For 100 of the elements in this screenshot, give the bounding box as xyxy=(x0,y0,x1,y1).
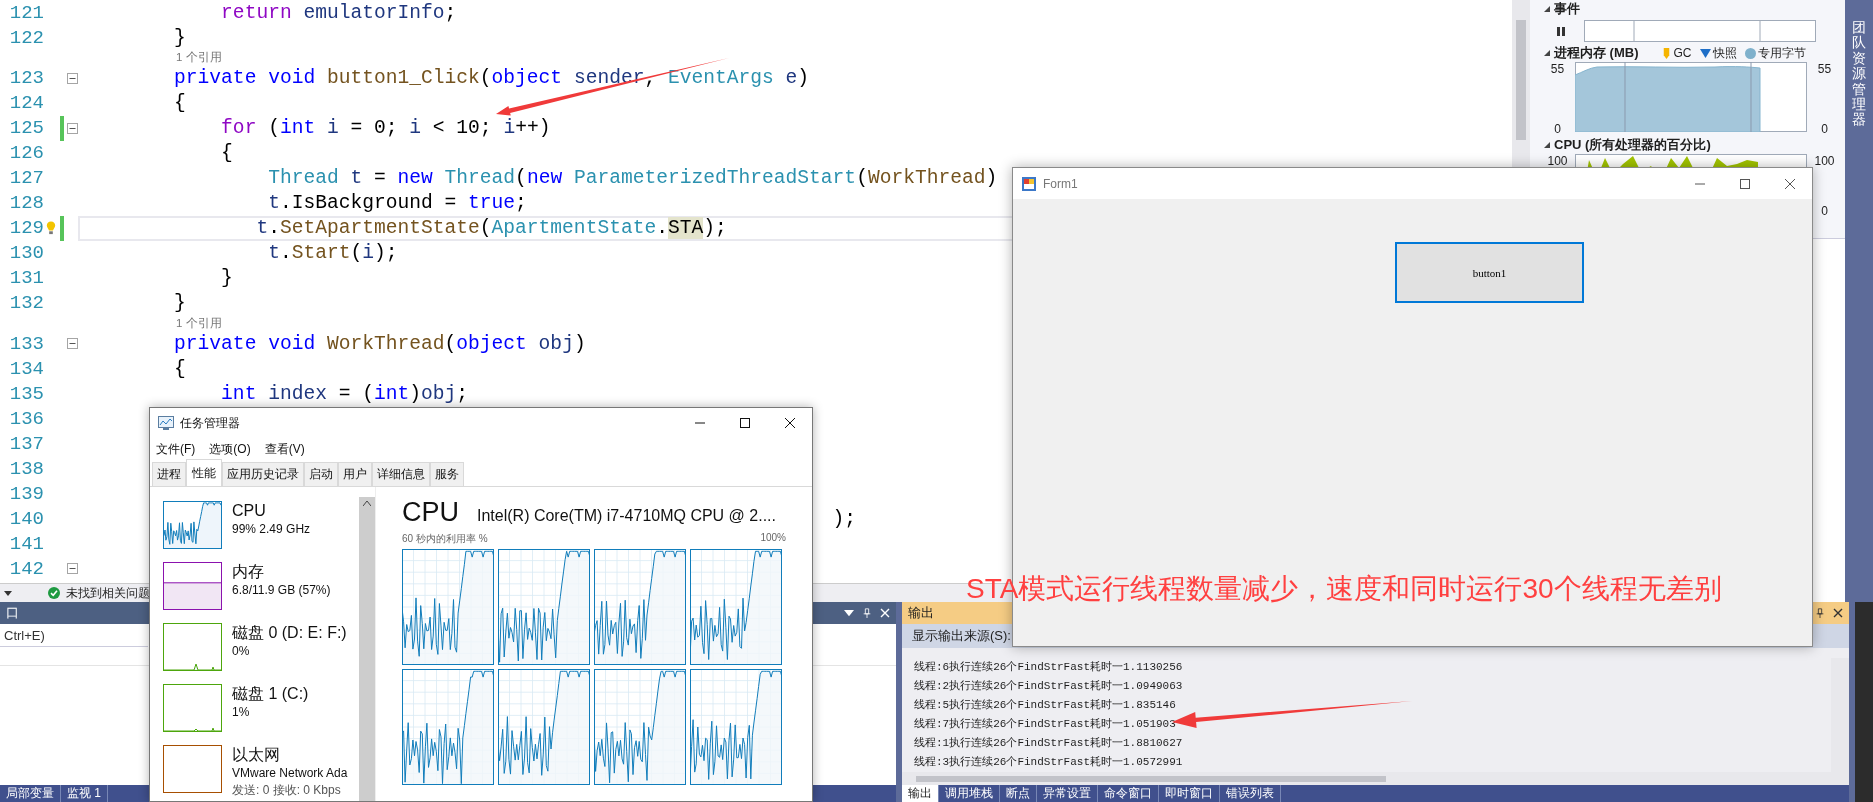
section-title: 进程内存 (MB) xyxy=(1554,44,1639,62)
collapse-icon[interactable] xyxy=(1544,6,1550,12)
dropdown-icon[interactable] xyxy=(4,590,12,596)
panel-tab[interactable]: 即时窗口 xyxy=(1159,785,1220,802)
close-icon[interactable] xyxy=(1784,177,1796,190)
collapse-icon[interactable] xyxy=(66,122,78,134)
graph-caption: 60 秒内的利用率 % xyxy=(402,532,488,546)
section-heading: CPU xyxy=(402,497,459,528)
line-number: 141 xyxy=(8,532,44,555)
scroll-up-icon[interactable] xyxy=(363,501,371,506)
menu-item[interactable]: 选项(O) xyxy=(209,440,251,458)
output-line: 线程:2执行连续26个FindStrFast耗时一1.0949063 xyxy=(914,679,1183,694)
tab[interactable]: 服务 xyxy=(430,462,464,486)
axis-label: 100 xyxy=(1547,154,1568,168)
lightbulb-icon[interactable] xyxy=(46,221,56,235)
graph-max-label: 100% xyxy=(760,532,786,545)
button1-button[interactable]: button1 xyxy=(1395,242,1584,303)
app-icon xyxy=(1022,176,1036,191)
tab[interactable]: 应用历史记录 xyxy=(222,462,304,486)
output-line: 线程:1执行连续26个FindStrFast耗时一1.8810627 xyxy=(914,736,1183,751)
collapse-icon[interactable] xyxy=(1544,142,1550,148)
code-line: t.IsBackground = true; xyxy=(268,192,527,214)
panel-tab[interactable]: 监视 1 xyxy=(61,785,108,802)
close-icon[interactable] xyxy=(784,417,796,429)
panel-tab[interactable]: 命令窗口 xyxy=(1098,785,1159,802)
menu-item[interactable]: 文件(F) xyxy=(156,440,196,458)
usage-thumbnail[interactable] xyxy=(163,684,222,732)
scrollbar[interactable] xyxy=(1831,658,1849,772)
resource-name: 内存 xyxy=(232,562,265,582)
maximize-icon[interactable] xyxy=(1739,177,1751,190)
legend-label: 快照 xyxy=(1712,44,1737,62)
line-number: 140 xyxy=(8,507,44,530)
code-line: return emulatorInfo; xyxy=(221,1,457,24)
side-tab[interactable]: 团队资源管理器 xyxy=(1852,20,1866,602)
line-number: 136 xyxy=(8,407,44,430)
legend-label: GC xyxy=(1673,46,1692,60)
code-line: ); xyxy=(832,507,857,530)
tab[interactable]: 用户 xyxy=(338,462,372,486)
line-number: 127 xyxy=(8,167,44,189)
usage-thumbnail[interactable] xyxy=(163,562,222,610)
resource-detail: 0% xyxy=(232,643,251,660)
line-number: 131 xyxy=(8,267,44,289)
axis-label: 55 xyxy=(1550,62,1565,76)
code-line: { xyxy=(174,92,186,114)
tab[interactable]: 启动 xyxy=(304,462,338,486)
collapse-icon[interactable] xyxy=(66,72,78,84)
resource-detail: VMware Network Ada xyxy=(232,765,348,782)
reference-count[interactable]: 1 个引用 xyxy=(176,315,222,331)
panel-tab[interactable]: 调用堆栈 xyxy=(939,785,1000,802)
dropdown-icon[interactable] xyxy=(844,608,854,618)
code-line: { xyxy=(221,142,233,164)
line-number: 125 xyxy=(8,117,44,139)
line-number: 138 xyxy=(8,457,44,480)
line-number: 132 xyxy=(8,292,44,314)
tab[interactable]: 进程 xyxy=(152,462,186,486)
panel-tab[interactable]: 输出 xyxy=(902,785,939,802)
scrollbar-thumb[interactable] xyxy=(1516,20,1526,140)
axis-label: 100 xyxy=(1814,154,1835,168)
resource-name: 磁盘 1 (C:) xyxy=(232,684,309,704)
maximize-icon[interactable] xyxy=(739,417,751,429)
resource-detail: 发送: 0 接收: 0 Kbps xyxy=(232,782,342,799)
reference-count[interactable]: 1 个引用 xyxy=(176,50,222,66)
usage-thumbnail[interactable] xyxy=(163,501,222,549)
section-title: 事件 xyxy=(1554,0,1580,18)
resource-name: CPU xyxy=(232,501,267,521)
line-number: 128 xyxy=(8,192,44,214)
collapse-icon[interactable] xyxy=(66,563,78,574)
axis-label: 0 xyxy=(1821,122,1828,136)
line-number: 130 xyxy=(8,242,44,264)
check-icon xyxy=(48,587,60,599)
pause-icon[interactable] xyxy=(1557,26,1565,36)
panel-tab[interactable]: 断点 xyxy=(1000,785,1037,802)
close-icon[interactable] xyxy=(1833,608,1843,618)
line-number: 121 xyxy=(8,1,44,24)
collapse-icon[interactable] xyxy=(66,338,78,349)
panel-tab[interactable]: 错误列表 xyxy=(1220,785,1281,802)
output-line: 线程:5执行连续26个FindStrFast耗时一1.835146 xyxy=(914,698,1176,713)
line-number: 134 xyxy=(8,357,44,380)
tab[interactable]: 性能 xyxy=(186,459,222,486)
line-number: 133 xyxy=(8,332,44,355)
issues-status[interactable]: 未找到相关问题 xyxy=(66,584,150,602)
line-number: 137 xyxy=(8,432,44,455)
code-line: } xyxy=(221,267,233,289)
code-line: } xyxy=(174,26,186,49)
code-line: } xyxy=(174,292,186,314)
resource-detail: 6.8/11.9 GB (57%) xyxy=(232,582,331,599)
source-label: 显示输出来源(S): xyxy=(912,627,1011,645)
usage-thumbnail[interactable] xyxy=(163,623,222,671)
panel-tab[interactable]: 异常设置 xyxy=(1037,785,1098,802)
output-line: 线程:7执行连续26个FindStrFast耗时一1.051903 xyxy=(914,717,1176,732)
line-number: 124 xyxy=(8,92,44,114)
scrollbar-thumb[interactable] xyxy=(916,775,1386,782)
code-line: t.Start(i); xyxy=(268,242,398,264)
usage-thumbnail[interactable] xyxy=(163,745,222,793)
section-title: CPU (所有处理器的百分比) xyxy=(1554,136,1711,154)
tab[interactable]: 详细信息 xyxy=(372,462,430,486)
menu-item[interactable]: 查看(V) xyxy=(264,440,305,458)
collapse-icon[interactable] xyxy=(1544,50,1550,56)
pin-icon[interactable] xyxy=(1815,608,1825,618)
panel-tab[interactable]: 局部变量 xyxy=(0,785,61,802)
